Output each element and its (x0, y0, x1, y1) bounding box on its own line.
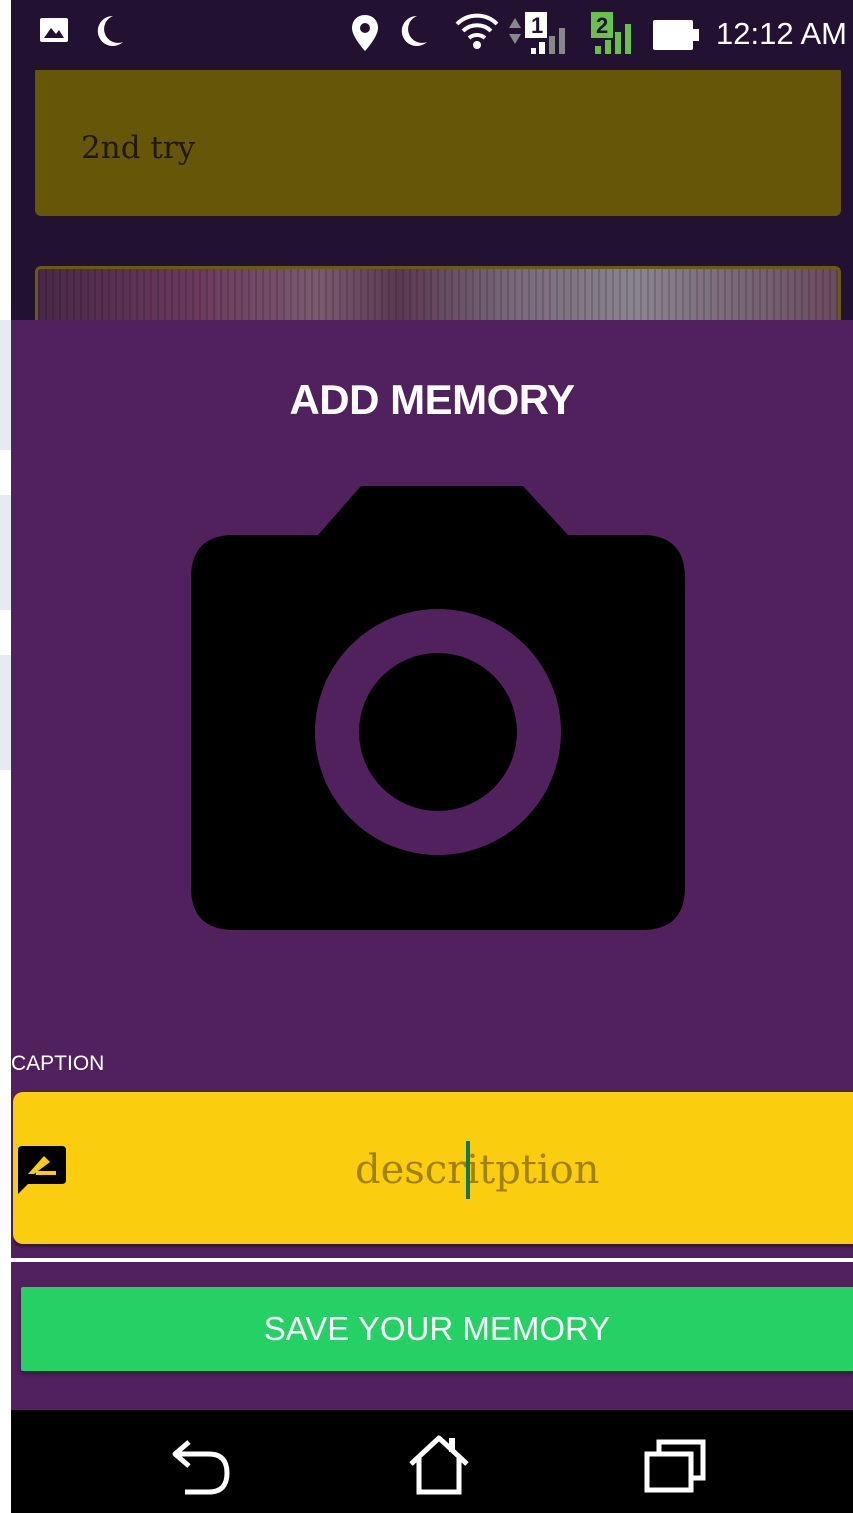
status-time: 12:12 AM (716, 16, 847, 51)
text-cursor (466, 1141, 470, 1199)
add-memory-dialog: ADD MEMORY CAPTION descritption SAVE YOU… (11, 320, 853, 1410)
caption-label: CAPTION (11, 1052, 105, 1075)
battery-icon (653, 20, 699, 50)
caption-input[interactable]: descritption (355, 1147, 600, 1193)
camera-icon[interactable] (190, 485, 686, 933)
signal-sim2-icon: 2 (591, 12, 631, 54)
divider (11, 1258, 853, 1262)
location-icon (352, 15, 378, 51)
moon-icon (97, 15, 123, 46)
back-icon[interactable] (171, 1438, 233, 1496)
dialog-title: ADD MEMORY (289, 376, 575, 423)
memory-card-image[interactable] (35, 266, 841, 320)
chat-edit-icon (18, 1146, 66, 1194)
wifi-icon (455, 13, 499, 49)
svg-text:1: 1 (531, 13, 543, 38)
save-memory-button[interactable]: SAVE YOUR MEMORY (21, 1287, 853, 1371)
caption-field[interactable]: descritption (13, 1092, 853, 1244)
status-bar: 1 2 12:12 AM (11, 0, 853, 70)
navigation-bar (11, 1410, 853, 1513)
memory-card[interactable]: 2nd try (35, 70, 841, 216)
svg-text:2: 2 (596, 13, 608, 38)
background-strip (0, 320, 11, 1420)
signal-sim1-icon: 1 (509, 12, 565, 54)
recents-icon[interactable] (643, 1438, 707, 1494)
memory-list: 2nd try (11, 70, 853, 320)
gallery-icon (40, 18, 68, 42)
memory-card-title: 2nd try (81, 130, 196, 166)
home-icon[interactable] (407, 1434, 471, 1496)
moon-icon (401, 15, 427, 46)
